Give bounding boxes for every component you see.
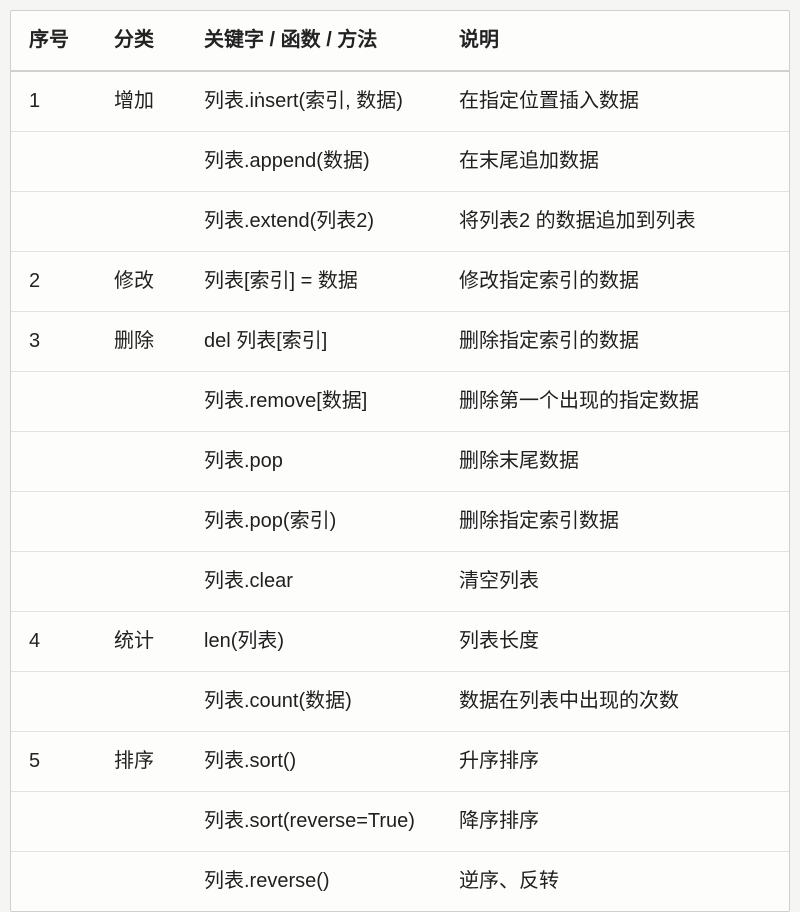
cell-category: 增加 <box>96 71 186 132</box>
cell-num: 1 <box>11 71 96 132</box>
cell-category <box>96 432 186 492</box>
cell-keyword: 列表.sort() <box>186 732 441 792</box>
cell-desc: 逆序、反转 <box>441 852 789 912</box>
cell-num <box>11 372 96 432</box>
cell-num: 4 <box>11 612 96 672</box>
header-keyword: 关键字 / 函数 / 方法 <box>186 11 441 71</box>
cell-keyword: 列表[索引] = 数据 <box>186 252 441 312</box>
cell-desc: 在末尾追加数据 <box>441 132 789 192</box>
list-methods-table-wrap: 序号 分类 关键字 / 函数 / 方法 说明 1 增加 列表.iṅsert(索引… <box>10 10 790 912</box>
cell-keyword: 列表.count(数据) <box>186 672 441 732</box>
cell-category <box>96 672 186 732</box>
cell-category: 排序 <box>96 732 186 792</box>
cell-category <box>96 552 186 612</box>
table-row: 列表.reverse() 逆序、反转 <box>11 852 789 912</box>
cell-keyword: 列表.reverse() <box>186 852 441 912</box>
header-desc: 说明 <box>441 11 789 71</box>
cell-keyword: 列表.append(数据) <box>186 132 441 192</box>
cell-desc: 数据在列表中出现的次数 <box>441 672 789 732</box>
cell-keyword: 列表.extend(列表2) <box>186 192 441 252</box>
cell-keyword: len(列表) <box>186 612 441 672</box>
cell-num: 2 <box>11 252 96 312</box>
cell-keyword: 列表.sort(reverse=True) <box>186 792 441 852</box>
cell-category <box>96 192 186 252</box>
cell-num <box>11 492 96 552</box>
cell-category <box>96 852 186 912</box>
cell-desc: 将列表2 的数据追加到列表 <box>441 192 789 252</box>
cell-num: 3 <box>11 312 96 372</box>
table-row: 1 增加 列表.iṅsert(索引, 数据) 在指定位置插入数据 <box>11 71 789 132</box>
cell-desc: 修改指定索引的数据 <box>441 252 789 312</box>
table-row: 列表.clear 清空列表 <box>11 552 789 612</box>
table-row: 列表.extend(列表2) 将列表2 的数据追加到列表 <box>11 192 789 252</box>
cell-num <box>11 552 96 612</box>
cell-desc: 降序排序 <box>441 792 789 852</box>
cell-keyword: del 列表[索引] <box>186 312 441 372</box>
cell-keyword: 列表.remove[数据] <box>186 372 441 432</box>
cell-desc: 删除指定索引的数据 <box>441 312 789 372</box>
table-row: 列表.sort(reverse=True) 降序排序 <box>11 792 789 852</box>
cell-keyword: 列表.iṅsert(索引, 数据) <box>186 71 441 132</box>
table-row: 列表.remove[数据] 删除第一个出现的指定数据 <box>11 372 789 432</box>
list-methods-table: 序号 分类 关键字 / 函数 / 方法 说明 1 增加 列表.iṅsert(索引… <box>11 11 789 911</box>
cell-num: 5 <box>11 732 96 792</box>
cell-desc: 列表长度 <box>441 612 789 672</box>
cell-num <box>11 132 96 192</box>
table-row: 4 统计 len(列表) 列表长度 <box>11 612 789 672</box>
cell-num <box>11 432 96 492</box>
cell-num <box>11 192 96 252</box>
cell-category: 统计 <box>96 612 186 672</box>
cell-desc: 删除第一个出现的指定数据 <box>441 372 789 432</box>
cell-keyword: 列表.clear <box>186 552 441 612</box>
cell-desc: 升序排序 <box>441 732 789 792</box>
header-category: 分类 <box>96 11 186 71</box>
cell-category <box>96 492 186 552</box>
header-num: 序号 <box>11 11 96 71</box>
cell-category: 修改 <box>96 252 186 312</box>
cell-num <box>11 852 96 912</box>
cell-category <box>96 792 186 852</box>
cell-desc: 删除指定索引数据 <box>441 492 789 552</box>
table-header-row: 序号 分类 关键字 / 函数 / 方法 说明 <box>11 11 789 71</box>
cell-desc: 在指定位置插入数据 <box>441 71 789 132</box>
table-row: 2 修改 列表[索引] = 数据 修改指定索引的数据 <box>11 252 789 312</box>
cell-num <box>11 672 96 732</box>
table-row: 列表.pop 删除末尾数据 <box>11 432 789 492</box>
cell-keyword: 列表.pop <box>186 432 441 492</box>
cell-category <box>96 132 186 192</box>
cell-desc: 清空列表 <box>441 552 789 612</box>
cell-category <box>96 372 186 432</box>
table-row: 3 删除 del 列表[索引] 删除指定索引的数据 <box>11 312 789 372</box>
table-row: 5 排序 列表.sort() 升序排序 <box>11 732 789 792</box>
table-row: 列表.append(数据) 在末尾追加数据 <box>11 132 789 192</box>
cell-keyword: 列表.pop(索引) <box>186 492 441 552</box>
cell-desc: 删除末尾数据 <box>441 432 789 492</box>
table-row: 列表.count(数据) 数据在列表中出现的次数 <box>11 672 789 732</box>
table-row: 列表.pop(索引) 删除指定索引数据 <box>11 492 789 552</box>
cell-category: 删除 <box>96 312 186 372</box>
cell-num <box>11 792 96 852</box>
